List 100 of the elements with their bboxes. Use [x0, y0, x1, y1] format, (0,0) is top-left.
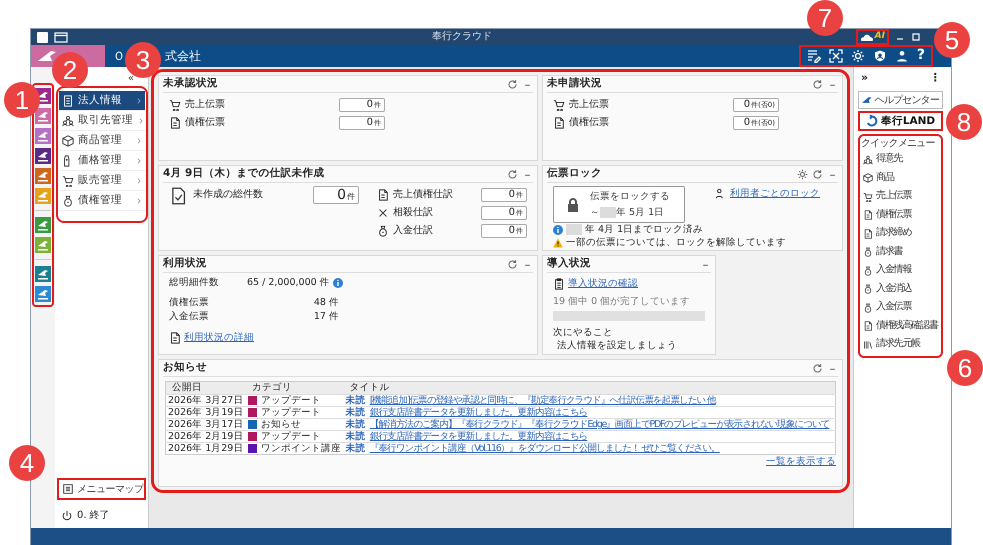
menu-item[interactable]: 価格管理 — [59, 151, 145, 171]
more-button[interactable]: ⋮ — [930, 71, 940, 85]
money-bag-icon — [863, 302, 873, 312]
clipboard-icon — [553, 278, 565, 290]
warning-icon — [553, 238, 563, 248]
help-center-button[interactable]: ヘルプセンター — [858, 90, 943, 109]
window-icon — [54, 32, 68, 42]
callout-badge: 6 — [947, 350, 983, 386]
document-icon — [863, 228, 873, 238]
row-label: 債権伝票 — [185, 116, 226, 130]
document-icon — [169, 117, 181, 129]
refresh-icon[interactable] — [507, 78, 518, 90]
refresh-icon[interactable] — [812, 78, 823, 90]
row-value: 65 / 2,000,000 件 — [247, 277, 330, 289]
refresh-icon[interactable] — [507, 258, 518, 270]
panel-title: 未承認状況 — [163, 77, 219, 91]
news-link[interactable]: 銀行支店辞書データを更新しました。更新内容はこちら — [370, 431, 588, 442]
books-icon — [863, 340, 873, 350]
news-link[interactable]: [機能追加]伝票の登録や承認と同時に、『勘定奉行クラウド』へ仕訳伝票を起票したい 他 — [370, 395, 716, 406]
app-icon — [37, 32, 48, 42]
usage-detail-link[interactable]: 利用状況の詳細 — [184, 332, 254, 344]
quick-menu-item[interactable]: 債権残高確認書 — [861, 316, 940, 336]
table-cell: 2026年 1月29日 — [166, 442, 246, 454]
document-icon — [863, 321, 873, 331]
row-label: 売上伝票 — [569, 98, 610, 112]
next-step-label: 次にやること — [553, 326, 613, 339]
land-button[interactable]: 奉行LAND — [858, 110, 943, 131]
cart-icon — [863, 192, 873, 202]
news-link[interactable]: 『奉行ワンポイント講座（Vol.116）』をダウンロード公開しました！ ぜひご覧ください。 — [370, 443, 720, 454]
news-link[interactable]: 銀行支店辞書データを更新しました。更新内容はこちら — [370, 407, 588, 418]
quick-menu-item[interactable]: 入金伝票 — [861, 298, 940, 317]
ai-assistant-button[interactable]: AI — [856, 29, 889, 45]
info-icon[interactable] — [332, 278, 343, 288]
window-title: 奉行クラウド — [430, 30, 493, 44]
callout-badge: 5 — [934, 22, 970, 58]
recycle-icon — [866, 114, 878, 127]
progress-text: 19 個中 0 個が完了しています — [553, 296, 690, 308]
column-header: カテゴリ — [246, 382, 344, 394]
document-icon — [169, 332, 181, 344]
lock-status-text: 年 4月 1日までロック済み — [585, 224, 704, 236]
unread-label: 未読 — [346, 395, 366, 406]
quick-menu-item[interactable]: 入金情報 — [861, 261, 940, 280]
row-label: 債権伝票 — [569, 116, 610, 130]
document-icon — [863, 210, 873, 220]
unread-label: 未読 — [346, 407, 366, 418]
panel-title: 未申請状況 — [547, 77, 603, 91]
maximize-icon[interactable] — [911, 32, 921, 42]
refresh-icon[interactable] — [812, 168, 823, 180]
panel-title: 利用状況 — [163, 257, 208, 271]
refresh-icon[interactable] — [507, 168, 518, 180]
unread-label: 未読 — [346, 431, 366, 442]
row-label: 入金仕訳 — [393, 224, 434, 238]
settings-icon[interactable] — [797, 168, 808, 180]
quick-menu-item[interactable]: 入金消込 — [861, 280, 940, 298]
menu-item[interactable]: 商品管理 — [59, 131, 145, 151]
menu-item[interactable]: 法人情報 — [59, 91, 145, 111]
quick-menu-item[interactable]: 請求先元帳 — [861, 335, 940, 354]
menu-item[interactable]: 債権管理 — [59, 191, 145, 211]
panel-title: 4月 9日（木）までの仕訳未作成 — [163, 167, 326, 181]
checked-document-icon — [169, 186, 187, 206]
callout-badge: 7 — [807, 0, 843, 36]
redacted-block — [566, 224, 582, 236]
column-header: タイトル — [344, 382, 836, 394]
menu-map-button[interactable]: メニューマップ — [57, 478, 146, 500]
refresh-icon[interactable] — [812, 362, 823, 374]
category-label: ワンポイント講座 — [260, 443, 341, 454]
shield-icon[interactable] — [872, 49, 887, 63]
quick-menu-item[interactable]: 請求書 — [861, 242, 940, 262]
quick-menu-item[interactable]: 債権伝票 — [861, 206, 940, 224]
info-icon — [553, 224, 563, 235]
app-shortcut-icon[interactable] — [35, 148, 51, 164]
menu-item[interactable]: 販売管理 — [59, 171, 145, 191]
app-shortcut-icon[interactable] — [35, 266, 51, 282]
panel-title: お知らせ — [163, 361, 208, 375]
money-bag-icon — [863, 266, 873, 276]
money-bag-icon — [377, 225, 389, 237]
quick-menu-item[interactable]: 売上伝票 — [861, 187, 940, 206]
company-name: Ｏ — [113, 48, 125, 64]
user-icon[interactable] — [894, 49, 909, 63]
fullscreen-icon[interactable] — [828, 49, 843, 63]
expand-button[interactable]: » — [861, 71, 868, 85]
money-bag-icon — [62, 194, 74, 206]
bird-icon — [862, 96, 872, 104]
callout-badge: 1 — [4, 82, 40, 118]
panel-title: 導入状況 — [547, 257, 592, 271]
intro-status-link[interactable]: 導入状況の確認 — [568, 278, 638, 290]
user-lock-link[interactable]: 利用者ごとのロック — [730, 188, 820, 200]
document-icon — [377, 189, 389, 201]
show-all-link[interactable]: 一覧を表示する — [766, 456, 836, 467]
quick-menu-item[interactable]: 請求締め — [861, 224, 940, 243]
news-link[interactable]: 【解消方法のご案内】『奉行クラウド』『奉行クラウドEdge』画面上でPDFのプレビューが表示されない現象について — [370, 419, 830, 430]
category-label: お知らせ — [260, 419, 301, 430]
menu-item[interactable]: 取引先管理 — [59, 111, 145, 131]
quick-menu-item[interactable]: 得意先 — [861, 150, 940, 169]
edit-list-icon[interactable] — [806, 49, 821, 63]
help-button[interactable]: ? — [916, 47, 925, 65]
lock-button[interactable]: 伝票をロックする ～ 年 5月 1日 — [553, 186, 685, 223]
quick-menu-item[interactable]: 商品 — [861, 168, 940, 188]
list-icon — [62, 482, 74, 494]
exit-button[interactable]: 0. 終了 — [61, 510, 148, 522]
